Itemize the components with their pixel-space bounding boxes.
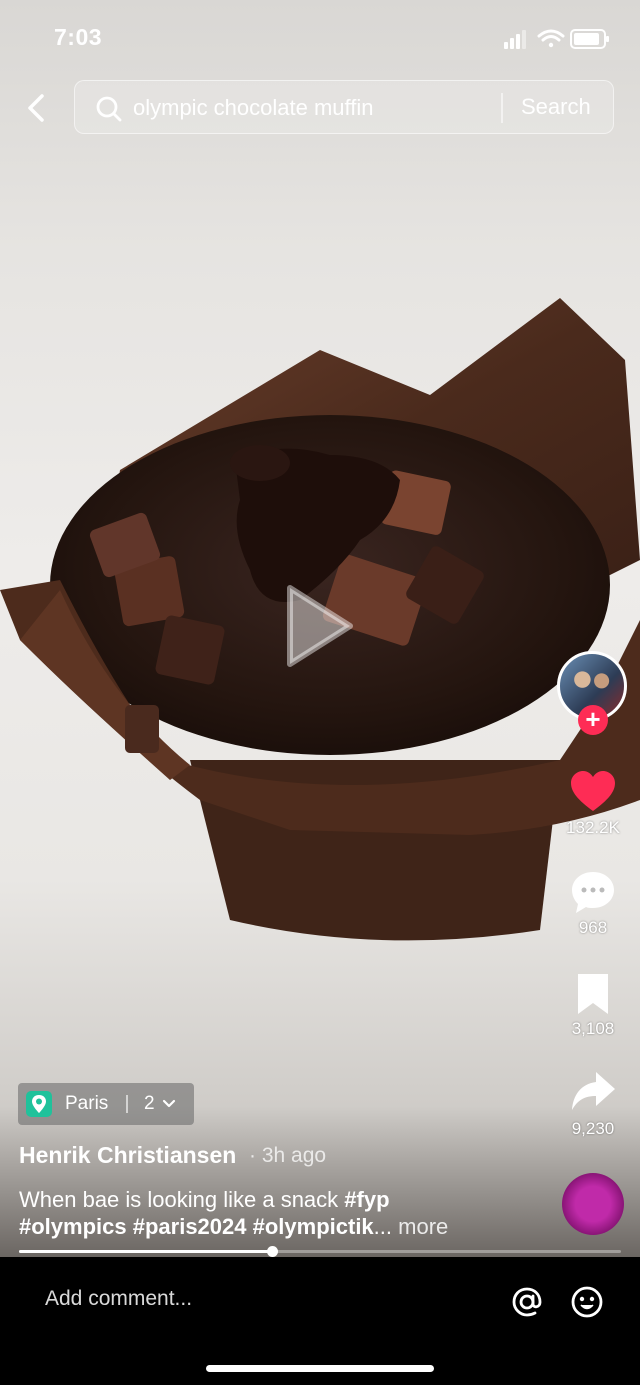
search-button[interactable]: Search: [521, 94, 591, 120]
bookmark-icon[interactable]: [568, 970, 618, 1018]
share-arrow-icon[interactable]: [568, 1068, 618, 1116]
playback-progress[interactable]: [19, 1246, 621, 1257]
location-label: Paris: [65, 1093, 109, 1114]
location-divider: [126, 1095, 128, 1113]
save-count: 3,108: [571, 1019, 615, 1038]
wifi-icon: [537, 29, 565, 48]
comment-count: 968: [578, 918, 608, 937]
comment-input[interactable]: Add comment...: [45, 1287, 192, 1311]
hashtag[interactable]: #olympics: [19, 1214, 127, 1239]
caption-ellipsis: ...: [373, 1214, 393, 1239]
search-bar[interactable]: olympic chocolate muffin Search: [74, 80, 614, 134]
back-arrow-icon[interactable]: [20, 88, 56, 128]
emoji-icon[interactable]: [570, 1285, 604, 1319]
progress-fill: [19, 1250, 272, 1253]
chevron-down-icon: [162, 1099, 176, 1108]
post-time: · 3h ago: [249, 1144, 327, 1167]
battery-icon: [570, 29, 609, 49]
comment-bubble-icon[interactable]: [568, 868, 618, 916]
music-disc[interactable]: [562, 1173, 624, 1235]
search-icon: [96, 96, 122, 122]
hashtag[interactable]: #fyp: [344, 1187, 389, 1212]
caption-text: When bae is looking like a snack: [19, 1187, 345, 1212]
more-link[interactable]: more: [392, 1214, 448, 1239]
follow-button[interactable]: +: [578, 705, 608, 735]
status-icons: [504, 29, 609, 49]
location-count: 2: [144, 1093, 155, 1114]
like-count: 132.2K: [566, 818, 620, 837]
hashtag[interactable]: #paris2024: [133, 1214, 247, 1239]
location-tag[interactable]: Paris 2: [18, 1083, 194, 1125]
home-indicator: [206, 1365, 434, 1372]
like-heart-icon[interactable]: [568, 768, 618, 816]
comment-bar: Add comment...: [0, 1257, 640, 1385]
mention-icon[interactable]: [510, 1285, 544, 1319]
progress-knob[interactable]: [266, 1246, 278, 1257]
share-count: 9,230: [571, 1119, 615, 1138]
signal-icon: [504, 30, 526, 49]
location-pin-icon: [26, 1091, 52, 1117]
author-name[interactable]: Henrik Christiansen: [19, 1142, 236, 1169]
search-divider: [501, 93, 503, 123]
search-input[interactable]: olympic chocolate muffin: [133, 95, 374, 121]
post-caption[interactable]: When bae is looking like a snack #fyp #o…: [19, 1186, 539, 1240]
video-screen: 7:03 olympic chocolate muffin Search + 1…: [0, 0, 640, 1385]
status-time: 7:03: [54, 24, 103, 50]
play-icon[interactable]: [284, 584, 354, 668]
hashtag[interactable]: #olympictik: [253, 1214, 374, 1239]
